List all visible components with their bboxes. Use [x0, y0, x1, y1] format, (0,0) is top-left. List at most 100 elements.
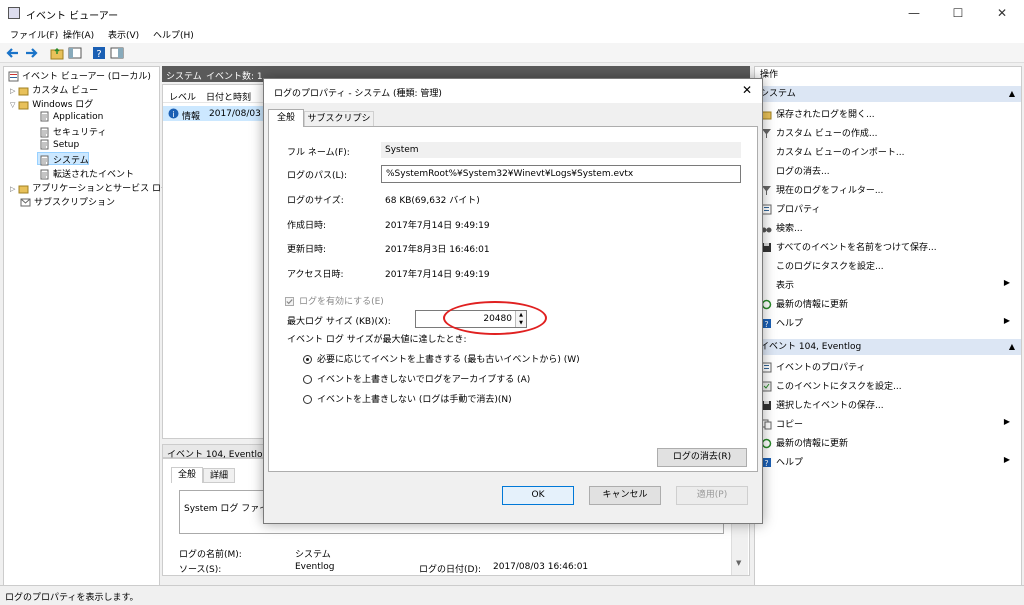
tree-item-app-service-logs[interactable]: ▷ アプリケーションとサービス ログ	[10, 181, 170, 194]
tree-item-forwarded-events[interactable]: 転送されたイベント	[39, 167, 134, 180]
tab-subscriptions[interactable]: サブスクリプション	[304, 111, 374, 139]
action-label: 最新の情報に更新	[776, 300, 849, 310]
action-copy[interactable]: コピー ▶	[761, 417, 1016, 430]
radio-overwrite-as-needed[interactable]: 必要に応じてイベントを上書きする (最も古いイベントから) (W)	[303, 352, 580, 365]
label-log-path: ログのパス(L):	[287, 171, 348, 181]
status-text: ログのプロパティを表示します。	[5, 593, 139, 603]
row-level: 情報	[182, 112, 201, 122]
action-clear-log[interactable]: ログの消去...	[761, 164, 830, 177]
tree-item-label: アプリケーションとサービス ログ	[32, 184, 170, 194]
action-attach-task-to-event[interactable]: このイベントにタスクを設定...	[761, 379, 902, 392]
action-help[interactable]: ? ヘルプ ▶	[761, 316, 1016, 329]
action-save-all-events[interactable]: すべてのイベントを名前をつけて保存...	[761, 240, 937, 253]
label-log-size: ログのサイズ:	[287, 196, 344, 206]
tree-item-system[interactable]: システム	[37, 152, 89, 166]
action-open-saved-log[interactable]: 保存されたログを開く...	[761, 107, 875, 120]
ok-button[interactable]: OK	[502, 486, 574, 505]
tree-item-windows-logs[interactable]: ▽ Windows ログ	[10, 97, 93, 110]
tab-details[interactable]: 詳細	[203, 468, 235, 483]
chevron-down-icon[interactable]: ▽	[10, 101, 15, 109]
action-save-selected-events[interactable]: 選択したイベントの保存...	[761, 398, 884, 411]
radio-do-not-overwrite[interactable]: イベントを上書きしない (ログは手動で消去)(N)	[303, 392, 512, 405]
column-date-time[interactable]: 日付と時刻	[206, 90, 251, 103]
help-icon[interactable]: ?	[92, 46, 106, 60]
log-file-icon	[40, 169, 49, 180]
folder-icon	[18, 101, 29, 110]
show-hide-action-pane-icon[interactable]	[110, 46, 124, 60]
action-find[interactable]: 検索...	[761, 221, 803, 234]
radio-unselected-icon[interactable]	[303, 375, 312, 384]
checkbox-box[interactable]	[285, 297, 294, 306]
tree-item-setup[interactable]: Setup	[39, 139, 79, 150]
log-path-value: %SystemRoot%¥System32¥Winevt¥Logs¥System…	[386, 169, 634, 179]
radio-archive[interactable]: イベントを上書きしないでログをアーカイブする (A)	[303, 372, 530, 385]
action-properties[interactable]: プロパティ	[761, 202, 820, 215]
accessed-value: 2017年7月14日 9:49:19	[385, 270, 490, 280]
minimize-button[interactable]: —	[892, 0, 936, 26]
cancel-button[interactable]: キャンセル	[589, 486, 661, 505]
close-window-button[interactable]: ✕	[980, 0, 1024, 26]
menu-action[interactable]: 操作(A)	[63, 28, 94, 41]
tree-item-subscriptions[interactable]: サブスクリプション	[20, 195, 115, 208]
action-filter-current-log[interactable]: 現在のログをフィルター...	[761, 183, 883, 196]
action-label: このログにタスクを設定...	[776, 262, 884, 272]
action-help-event[interactable]: ? ヘルプ ▶	[761, 455, 1016, 468]
action-create-custom-view[interactable]: カスタム ビューの作成...	[761, 126, 877, 139]
collapse-up-icon[interactable]: ▲	[1009, 339, 1015, 355]
action-label: すべてのイベントを名前をつけて保存...	[776, 243, 937, 253]
action-event-properties[interactable]: イベントのプロパティ	[761, 360, 865, 373]
action-label: 現在のログをフィルター...	[776, 186, 884, 196]
chevron-right-icon: ▶	[1003, 455, 1010, 464]
action-import-custom-view[interactable]: カスタム ビューのインポート...	[761, 145, 904, 158]
apply-button[interactable]: 適用(P)	[676, 486, 748, 505]
chevron-right-icon[interactable]: ▷	[10, 185, 15, 193]
radio-unselected-icon[interactable]	[303, 395, 312, 404]
tree-item-event-viewer-local[interactable]: イベント ビューアー (ローカル)	[8, 69, 151, 82]
chevron-right-icon: ▶	[1003, 417, 1010, 426]
label-full-name: フル ネーム(F):	[287, 148, 350, 158]
toolbar: ?	[0, 43, 1024, 63]
folder-icon	[18, 87, 29, 96]
full-name-field: System	[381, 142, 741, 158]
tree-item-application[interactable]: Application	[39, 111, 103, 122]
action-refresh-event[interactable]: 最新の情報に更新	[761, 436, 848, 449]
tree-item-label: イベント ビューアー (ローカル)	[22, 72, 151, 82]
radio-selected-icon[interactable]	[303, 355, 312, 364]
dialog-close-button[interactable]: ✕	[742, 83, 752, 97]
status-bar: ログのプロパティを表示します。	[0, 585, 1024, 605]
forward-arrow-icon[interactable]	[24, 46, 38, 60]
back-arrow-icon[interactable]	[6, 46, 20, 60]
action-label: カスタム ビューの作成...	[776, 129, 878, 139]
maximize-button[interactable]: ☐	[936, 0, 980, 26]
folder-up-icon[interactable]	[50, 46, 64, 60]
label-created: 作成日時:	[287, 221, 327, 231]
scroll-down-icon[interactable]: ▼	[736, 559, 741, 567]
tab-general[interactable]: 全般	[171, 467, 203, 483]
column-level[interactable]: レベル	[169, 90, 196, 103]
actions-section-event[interactable]: イベント 104, Eventlog ▲	[755, 339, 1021, 355]
clear-log-button[interactable]: ログの消去(R)	[657, 448, 747, 467]
log-path-field[interactable]: %SystemRoot%¥System32¥Winevt¥Logs¥System…	[381, 165, 741, 183]
tree-item-label: セキュリティ	[53, 128, 107, 138]
menu-help[interactable]: ヘルプ(H)	[153, 28, 194, 41]
log-file-icon	[40, 155, 49, 166]
subscription-icon	[20, 198, 31, 207]
menu-view[interactable]: 表示(V)	[108, 28, 139, 41]
menu-file[interactable]: ファイル(F)	[10, 28, 58, 41]
tree-item-label: Application	[53, 112, 104, 122]
action-view[interactable]: 表示 ▶	[761, 278, 1016, 291]
actions-section-system[interactable]: システム ▲	[755, 86, 1021, 102]
collapse-up-icon[interactable]: ▲	[1009, 86, 1015, 102]
action-attach-task-to-log[interactable]: このログにタスクを設定...	[761, 259, 884, 272]
enable-logging-checkbox[interactable]: ログを有効にする(E)	[285, 294, 384, 307]
actions-pane: 操作 システム ▲ 保存されたログを開く... カスタム ビューの作成... カ…	[754, 66, 1022, 591]
show-hide-tree-icon[interactable]	[68, 46, 82, 60]
action-refresh[interactable]: 最新の情報に更新	[761, 297, 848, 310]
action-label: 検索...	[776, 224, 803, 234]
action-label: コピー	[776, 420, 804, 430]
tree-item-custom-views[interactable]: ▷ カスタム ビュー	[10, 83, 98, 96]
chevron-right-icon[interactable]: ▷	[10, 87, 15, 95]
tree-item-security[interactable]: セキュリティ	[39, 125, 106, 138]
log-file-icon	[40, 111, 49, 122]
tab-general[interactable]: 全般	[268, 109, 304, 127]
